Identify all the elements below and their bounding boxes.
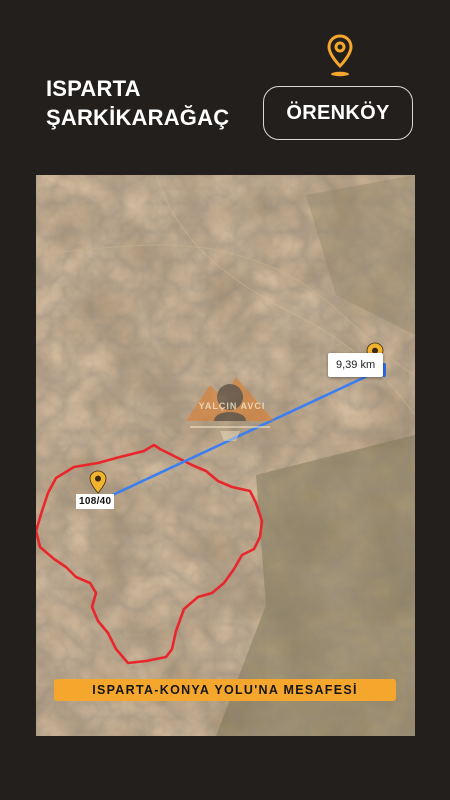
map-canvas bbox=[36, 175, 415, 736]
title-district: ŞARKİKARAĞAÇ bbox=[46, 105, 230, 130]
mountain-ridges bbox=[36, 175, 415, 736]
watermark-text: YALÇIN AVCI bbox=[198, 401, 266, 411]
title-province: ISPARTA bbox=[46, 76, 141, 101]
parcel-label: 108/40 bbox=[76, 494, 115, 509]
page-title: ISPARTA ŞARKİKARAĞAÇ bbox=[46, 74, 229, 132]
distance-label: 9,39 km bbox=[328, 353, 384, 377]
satellite-map[interactable]: YALÇIN AVCI 9,39 km 108/40 bbox=[36, 175, 415, 736]
map-pin-icon bbox=[327, 34, 353, 77]
location-button[interactable]: ÖRENKÖY bbox=[263, 86, 413, 140]
distance-banner: ISPARTA-KONYA YOLU'NA MESAFESİ bbox=[54, 679, 396, 701]
